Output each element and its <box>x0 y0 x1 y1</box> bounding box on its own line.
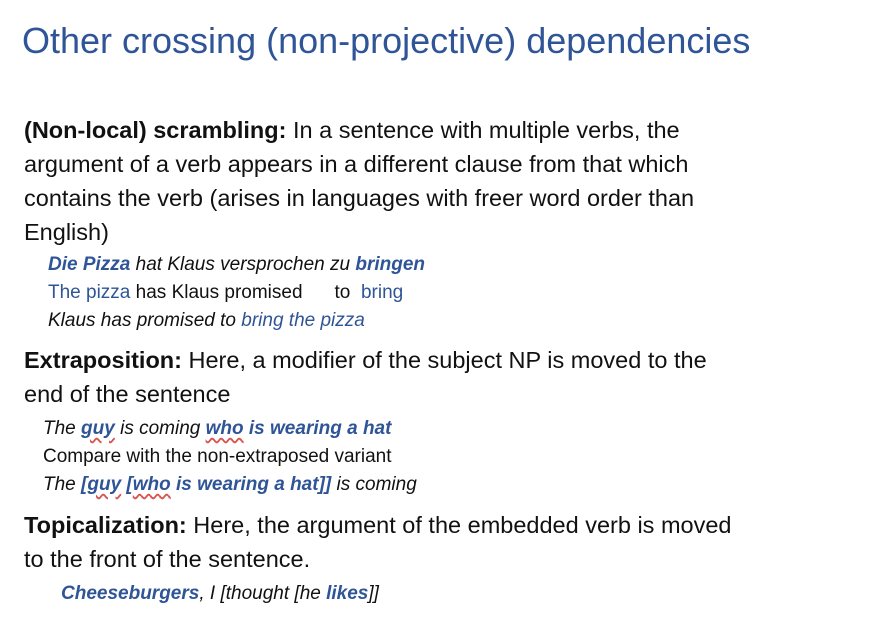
example-word: likes <box>326 583 369 604</box>
slide-title: Other crossing (non-projective) dependen… <box>22 20 751 61</box>
extraposition-line-1: Extraposition: Here, a modifier of the s… <box>24 343 854 377</box>
scrambling-line-4: English) <box>24 219 109 245</box>
scrambling-line-2: argument of a verb appears in a differen… <box>24 151 689 177</box>
extraposition-text-1: Here, a modifier of the subject NP is mo… <box>181 347 707 373</box>
example-word: guy <box>87 474 122 495</box>
example-word: who <box>205 418 244 439</box>
example-word: , I [thought [he <box>199 583 327 604</box>
example-word: is wearing a hat]] <box>170 474 332 495</box>
extraposition-compare-note: Compare with the non-extraposed variant <box>43 446 392 467</box>
example-word: [ <box>121 474 133 495</box>
example-word: The <box>43 474 82 495</box>
example-word: is wearing a hat <box>243 418 392 439</box>
scrambling-term: (Non-local) scrambling: <box>24 117 287 143</box>
example-word: guy <box>81 418 115 439</box>
scrambling-example-gloss: The pizza has Klaus promised to bring <box>48 281 403 305</box>
example-word: bring the pizza <box>241 310 365 331</box>
topicalization-paragraph: Topicalization: Here, the argument of th… <box>24 508 854 576</box>
topicalization-example: Cheeseburgers, I [thought [he likes]] <box>61 582 379 606</box>
extraposition-example-1: The guy is coming who is wearing a hat <box>43 417 391 441</box>
example-word: who <box>132 474 171 495</box>
example-word: to <box>334 282 351 303</box>
extraposition-example-2: The [guy [who is wearing a hat]] is comi… <box>43 473 417 497</box>
example-word: Klaus has promised to <box>48 310 242 331</box>
example-word: ]] <box>368 583 379 604</box>
scrambling-example-german: Die Pizza hat Klaus versprochen zu bring… <box>48 253 425 277</box>
example-word: hat Klaus versprochen zu <box>130 254 356 275</box>
example-word: has Klaus promised <box>130 282 303 303</box>
example-word: is coming <box>331 474 417 495</box>
example-word: Die Pizza <box>48 254 131 275</box>
scrambling-paragraph: (Non-local) scrambling: In a sentence wi… <box>24 113 854 249</box>
example-word: bringen <box>355 254 426 275</box>
scrambling-line-1: (Non-local) scrambling: In a sentence wi… <box>24 113 854 147</box>
scrambling-line-3: contains the verb (arises in languages w… <box>24 185 695 211</box>
extraposition-term: Extraposition: <box>24 347 182 373</box>
example-word: The pizza <box>48 282 131 303</box>
example-word: bring <box>360 282 404 303</box>
example-word: The <box>43 418 82 439</box>
topicalization-text-1: Here, the argument of the embedded verb … <box>186 512 732 538</box>
extraposition-paragraph: Extraposition: Here, a modifier of the s… <box>24 343 854 411</box>
topicalization-line-2: to the front of the sentence. <box>24 546 311 572</box>
example-word: Cheeseburgers <box>61 583 200 604</box>
extraposition-line-2: end of the sentence <box>24 381 231 407</box>
example-word: is coming <box>114 418 206 439</box>
scrambling-example-translation: Klaus has promised to bring the pizza <box>48 309 365 333</box>
scrambling-text-1: In a sentence with multiple verbs, the <box>286 117 680 143</box>
topicalization-term: Topicalization: <box>24 512 187 538</box>
topicalization-line-1: Topicalization: Here, the argument of th… <box>24 508 854 542</box>
